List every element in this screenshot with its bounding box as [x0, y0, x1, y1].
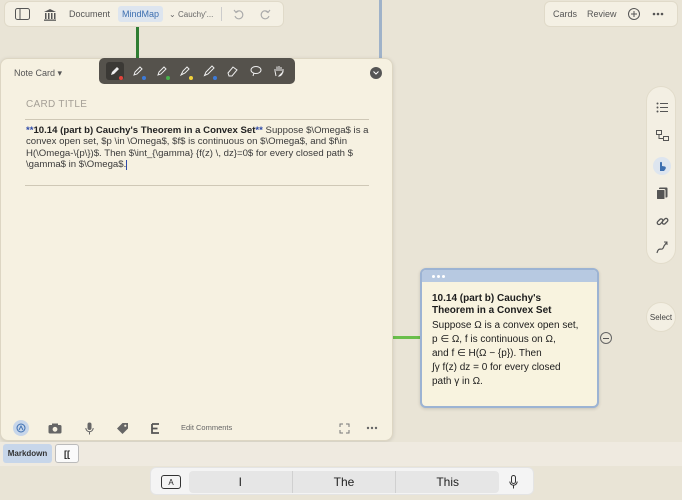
note-card-footer: Edit Comments	[1, 416, 392, 440]
wikilink-button[interactable]: [[	[55, 444, 79, 463]
suggestion-item[interactable]: This	[396, 471, 499, 493]
pen-tool-palette	[99, 58, 295, 84]
mindmap-layout-icon[interactable]	[654, 127, 670, 143]
more-icon[interactable]	[649, 5, 667, 23]
keyboard-accessory-bar	[0, 442, 682, 466]
node-drag-handle[interactable]	[422, 270, 597, 282]
collapse-icon[interactable]	[370, 67, 382, 79]
library-icon[interactable]	[41, 5, 59, 23]
edit-comments-button[interactable]: Edit Comments	[181, 423, 232, 432]
color-dot	[189, 76, 194, 80]
node-text-line: ∫γ f(z) dz = 0 for every closed	[432, 362, 561, 373]
select-button[interactable]: Select	[646, 302, 676, 332]
camera-icon[interactable]	[48, 421, 62, 435]
pen-tool-blue-icon[interactable]	[129, 62, 147, 80]
node-text-line: p ∈ Ω, f is continuous on Ω,	[432, 334, 556, 345]
node-text-line: and f ∈ H(Ω − {p}). Then	[432, 348, 542, 359]
pointer-tool-icon[interactable]	[653, 157, 671, 175]
divider	[25, 119, 369, 120]
pencil-mode-icon[interactable]	[13, 420, 29, 436]
note-card-dropdown[interactable]: Note Card ▾	[14, 68, 62, 79]
node-text-line: Suppose Ω is a convex open set,	[432, 320, 579, 331]
node-title: 10.14 (part b) Cauchy's Theorem in a Con…	[432, 293, 552, 316]
mindmap-branch-line	[379, 0, 382, 62]
outline-list-icon[interactable]	[654, 99, 670, 115]
sidebar-toggle-icon[interactable]	[13, 5, 31, 23]
pen-tool-green-icon[interactable]	[153, 62, 171, 80]
suggestion-item[interactable]: I	[189, 471, 292, 493]
study-stats-icon[interactable]	[625, 5, 643, 23]
color-dot	[118, 76, 123, 80]
text-cursor	[126, 159, 128, 170]
note-card-panel: Note Card ▾ CARD TITLE **10.14 (part b) …	[0, 58, 393, 441]
toolbar-divider	[221, 7, 223, 21]
connector-icon[interactable]	[654, 239, 670, 255]
node-collapse-toggle[interactable]	[600, 332, 612, 344]
node-text-line: path γ in Ω.	[432, 376, 483, 387]
suggestion-row: I The This	[189, 471, 499, 493]
review-button[interactable]: Review	[587, 9, 617, 19]
text-style-key[interactable]: A	[161, 475, 181, 489]
pen-tool-red-icon[interactable]	[105, 62, 124, 80]
dictation-mic-icon[interactable]	[508, 474, 518, 490]
note-card-label: Note Card	[14, 68, 56, 78]
document-tab[interactable]: Document	[69, 9, 110, 19]
card-stack-icon[interactable]	[654, 185, 670, 201]
top-toolbar-left: Document MindMap ⌄ Cauchy'...	[4, 1, 284, 27]
predictive-text-bar: A I The This	[150, 467, 534, 495]
link-icon[interactable]	[654, 213, 670, 229]
mindmap-tab[interactable]: MindMap	[118, 6, 164, 22]
right-side-toolbar	[646, 86, 676, 264]
lasso-icon[interactable]	[247, 62, 265, 80]
eraser-icon[interactable]	[223, 62, 241, 80]
divider	[25, 185, 369, 186]
markdown-format-icon[interactable]	[148, 421, 162, 435]
highlighter-icon[interactable]	[176, 62, 194, 80]
undo-icon[interactable]	[230, 5, 248, 23]
mindmap-node[interactable]: 10.14 (part b) Cauchy's Theorem in a Con…	[420, 268, 599, 408]
breadcrumb-label: Cauchy'...	[177, 9, 214, 19]
more-icon[interactable]	[365, 421, 379, 435]
color-dot	[165, 76, 170, 80]
expand-icon[interactable]	[337, 421, 351, 435]
suggestion-item[interactable]: The	[291, 471, 397, 493]
content-title: 10.14 (part b) Cauchy's Theorem in a Con…	[33, 125, 256, 136]
card-title-input[interactable]: CARD TITLE	[26, 99, 87, 110]
color-dot	[212, 76, 217, 80]
cards-button[interactable]: Cards	[553, 9, 577, 19]
card-content-editor[interactable]: **10.14 (part b) Cauchy's Theorem in a C…	[26, 125, 371, 171]
top-toolbar-right: Cards Review	[544, 1, 678, 27]
node-content: 10.14 (part b) Cauchy's Theorem in a Con…	[422, 282, 597, 389]
markdown-button[interactable]: Markdown	[3, 444, 52, 463]
breadcrumb[interactable]: ⌄ Cauchy'...	[169, 10, 213, 19]
caret-down-icon: ▾	[57, 68, 63, 78]
mindmap-branch-line	[392, 336, 420, 339]
pencil-tool-icon[interactable]	[200, 62, 218, 80]
color-dot	[142, 76, 147, 80]
hand-tool-icon[interactable]	[270, 62, 288, 80]
markdown-marker: **	[255, 125, 263, 136]
chevron-down-icon: ⌄	[169, 9, 176, 19]
tag-icon[interactable]	[115, 421, 129, 435]
redo-icon[interactable]	[256, 5, 274, 23]
microphone-icon[interactable]	[82, 421, 96, 435]
